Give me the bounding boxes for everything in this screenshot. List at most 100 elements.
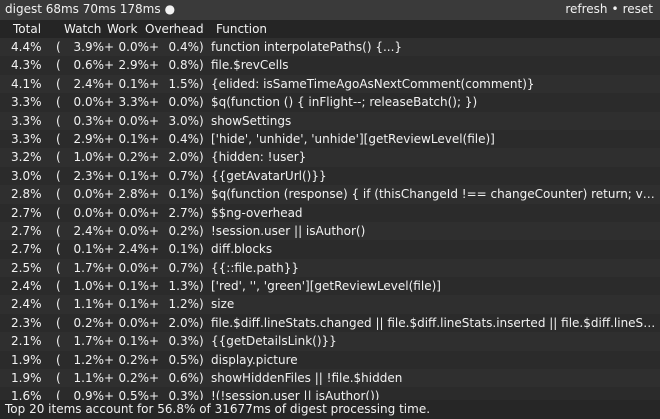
watch-cell: 0.1% [73, 242, 105, 257]
watch-cell: 0.0% [73, 205, 105, 220]
table-row[interactable]: 1.9% (1.2% 0.2% 0.5%) display.picture + + [0, 350, 660, 370]
table-row[interactable]: 4.3% (0.6% 2.9% 0.8%) file.$revCells + + [0, 56, 660, 75]
overhead-cell: 1.3% [168, 279, 200, 294]
work-cell: 0.1% [118, 168, 150, 183]
work-column-header[interactable]: Work [107, 22, 137, 36]
total-cell: 4.3% [11, 58, 42, 73]
table-row[interactable]: 2.1% (1.7% 0.1% 0.3%) {{getDetailsLink()}} + + [0, 332, 660, 351]
watch-cell: 1.2% [73, 352, 105, 367]
function-cell: display.picture [211, 352, 298, 367]
overhead-cell: 0.3% [168, 334, 200, 349]
total-cell: 3.2% [11, 150, 42, 165]
refresh-button[interactable]: refresh [565, 2, 607, 16]
watch-cell: 2.9% [73, 131, 105, 146]
function-column-header[interactable]: Function [216, 22, 267, 36]
overhead-cell: 0.1% [168, 187, 200, 202]
plus-sign: + [149, 279, 160, 294]
function-cell: diff.blocks [211, 242, 273, 257]
plus-sign: + [104, 297, 115, 312]
plus-sign: + [104, 315, 115, 330]
open-paren: ( [56, 187, 61, 202]
table-row[interactable]: 2.4% (1.1% 0.1% 1.2%) size + + [0, 295, 660, 314]
work-cell: 0.1% [118, 297, 150, 312]
function-cell: $q(function (response) { if (thisChangeI… [211, 187, 657, 202]
open-paren: ( [56, 371, 61, 386]
function-cell: file.$diff.lineStats.changed || file.$di… [211, 315, 657, 330]
overhead-cell: 0.5% [168, 352, 200, 367]
function-cell: {{getAvatarUrl()}} [211, 168, 327, 183]
watch-cell: 0.3% [73, 113, 105, 128]
plus-sign: + [149, 95, 160, 110]
plus-sign: + [149, 113, 160, 128]
overhead-column-header[interactable]: Overhead [145, 22, 204, 36]
plus-sign: + [149, 131, 160, 146]
plus-sign: + [104, 76, 115, 91]
total-cell: 2.7% [11, 242, 42, 257]
open-paren: ( [56, 334, 61, 349]
work-cell: 0.0% [118, 260, 150, 275]
table-row[interactable]: 3.2% (1.0% 0.2% 2.0%) {hidden: !user} + + [0, 148, 660, 167]
total-cell: 1.9% [11, 371, 42, 386]
work-cell: 0.1% [118, 334, 150, 349]
function-cell: ['red', '', 'green'][getReviewLevel(file… [211, 279, 441, 294]
plus-sign: + [104, 131, 115, 146]
plus-sign: + [104, 352, 115, 367]
table-row[interactable]: 2.5% (1.7% 0.0% 0.7%) {{::file.path}} + + [0, 258, 660, 278]
total-column-header[interactable]: Total [13, 22, 41, 36]
table-row[interactable]: 3.0% (2.3% 0.1% 0.7%) {{getAvatarUrl()}} + + [0, 166, 660, 186]
table-row[interactable]: 3.3% (0.0% 3.3% 0.0%) $q(function () { inFli… [0, 93, 660, 112]
close-paren: ) [199, 187, 204, 202]
table-row[interactable]: 2.8% (0.0% 2.8% 0.1%) $q(function (response)… [0, 185, 660, 204]
close-paren: ) [199, 95, 204, 110]
close-paren: ) [199, 352, 204, 367]
table-row[interactable]: 3.3% (0.3% 0.0% 3.0%) showSettings + + [0, 111, 660, 130]
function-cell: !session.user || isAuthor() [211, 223, 366, 238]
plus-sign: + [104, 279, 115, 294]
watch-cell: 1.0% [73, 279, 105, 294]
table-row[interactable]: 2.3% (0.2% 0.0% 2.0%) file.$diff.lineStats.c… [0, 313, 660, 333]
function-cell: ['hide', 'unhide', 'unhide'][getReviewLe… [211, 131, 495, 146]
total-cell: 3.0% [11, 168, 42, 183]
plus-sign: + [104, 187, 115, 202]
digest-profiler-panel: digest 68ms 70ms 178ms ● refresh • reset To… [0, 0, 660, 419]
watch-column-header[interactable]: Watch [64, 22, 101, 36]
table-row[interactable]: 2.4% (1.0% 0.1% 1.3%) ['red', '', 'green'][g… [0, 277, 660, 296]
table-row[interactable]: 4.4% (3.9% 0.0% 0.4%) function interpolatePa… [0, 38, 660, 57]
close-paren: ) [199, 113, 204, 128]
function-cell: showSettings [211, 113, 292, 128]
watch-cell: 1.0% [73, 150, 105, 165]
plus-sign: + [104, 260, 115, 275]
plus-sign: + [149, 205, 160, 220]
table-row[interactable]: 2.7% (0.1% 2.4% 0.1%) diff.blocks + + [0, 240, 660, 259]
table-row[interactable]: 3.3% (2.9% 0.1% 0.4%) ['hide', 'unhide', 'un… [0, 129, 660, 149]
plus-sign: + [104, 40, 115, 54]
close-paren: ) [199, 334, 204, 349]
work-cell: 0.0% [118, 205, 150, 220]
open-paren: ( [56, 352, 61, 367]
work-cell: 2.4% [118, 242, 150, 257]
work-cell: 0.1% [118, 131, 150, 146]
function-cell: {hidden: !user} [211, 150, 307, 165]
watch-cell: 2.3% [73, 168, 105, 183]
overhead-cell: 0.4% [168, 40, 200, 54]
close-paren: ) [199, 315, 204, 330]
watch-cell: 1.1% [73, 371, 105, 386]
table-row[interactable]: 2.7% (0.0% 0.0% 2.7%) $$ng-overhead + + [0, 203, 660, 222]
overhead-cell: 0.7% [168, 260, 200, 275]
function-cell: {elided: isSameTimeAgoAsNextComment(comm… [211, 76, 535, 91]
close-paren: ) [199, 40, 204, 54]
profiler-footer: Top 20 items account for 56.8% of 31677m… [0, 400, 660, 419]
watch-cell: 2.4% [73, 223, 105, 238]
close-paren: ) [199, 223, 204, 238]
open-paren: ( [56, 40, 61, 54]
digest-summary-text: Top 20 items account for 56.8% of 31677m… [5, 402, 431, 416]
reset-button[interactable]: reset [623, 2, 653, 16]
digest-timings-title: digest 68ms 70ms 178ms ● [5, 2, 175, 16]
work-cell: 2.8% [118, 187, 150, 202]
total-cell: 3.3% [11, 113, 42, 128]
total-cell: 4.1% [11, 76, 42, 91]
plus-sign: + [104, 223, 115, 238]
table-row[interactable]: 4.1% (2.4% 0.1% 1.5%) {elided: isSameTimeAgo… [0, 74, 660, 94]
table-row[interactable]: 2.7% (2.4% 0.0% 0.2%) !session.user || isAut… [0, 221, 660, 241]
table-row[interactable]: 1.9% (1.1% 0.2% 0.6%) showHiddenFiles || !fi… [0, 369, 660, 388]
